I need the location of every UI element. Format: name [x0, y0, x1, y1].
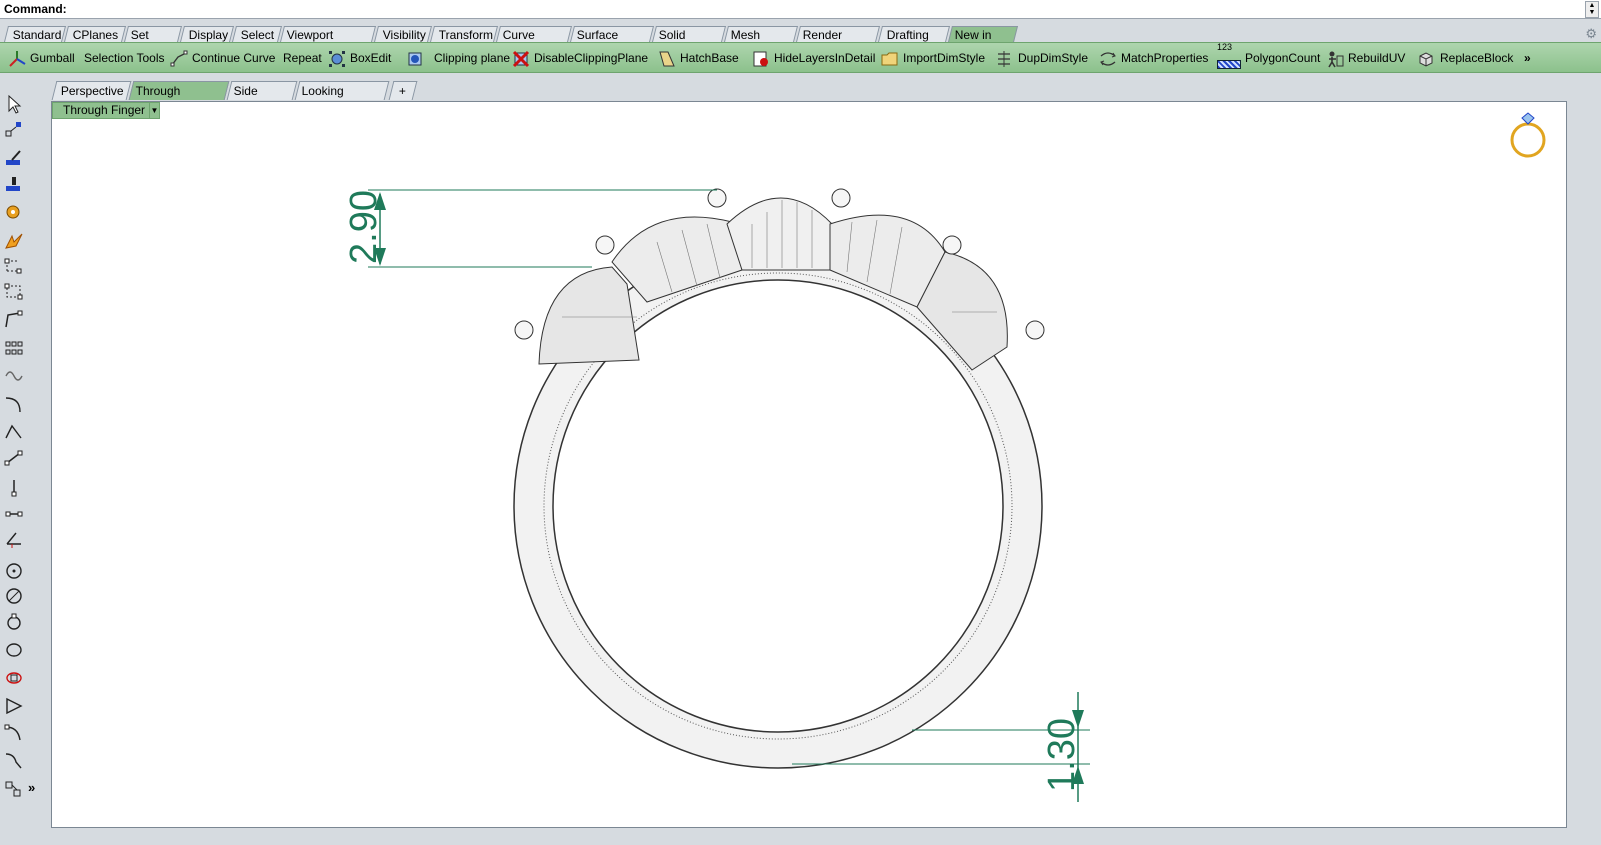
tab-render-tools[interactable]: Render Tools — [796, 26, 880, 58]
disable-clipping-plane-icon — [512, 50, 530, 67]
point-icon[interactable] — [4, 120, 24, 140]
freeform-curve-icon[interactable] — [4, 366, 24, 386]
dimension-bottom-value: 1.30 — [1041, 718, 1083, 792]
circle-diameter-icon[interactable] — [4, 586, 24, 606]
stone-setting-left-outer — [538, 266, 640, 365]
tab-viewport-layout[interactable]: Viewport Layout — [280, 26, 376, 58]
left-toolbar-overflow-button[interactable]: » — [28, 780, 35, 795]
rectangle-icon[interactable] — [4, 282, 24, 302]
hatchbase-button[interactable]: HatchBase — [658, 48, 739, 68]
blend-curve-icon[interactable] — [4, 750, 24, 770]
polyline-icon[interactable] — [4, 310, 24, 330]
repeat-button[interactable]: Repeat — [283, 48, 322, 68]
tab-standard[interactable]: Standard — [4, 26, 66, 42]
prong — [1025, 320, 1045, 340]
tab-display[interactable]: Display — [180, 26, 234, 42]
settings-gear-icon[interactable] — [4, 202, 24, 222]
prong — [514, 320, 534, 340]
hatchbase-icon — [659, 51, 675, 67]
viewport-tab-looking-down[interactable]: Looking Down — [294, 81, 390, 116]
toolbar-tab-strip: Standard CPlanes Set View Display Select… — [0, 24, 1601, 58]
dupdimstyle-icon — [998, 50, 1010, 67]
tab-transform[interactable]: Transform — [430, 26, 498, 42]
command-history-spinner[interactable]: ▲ ▼ — [1585, 1, 1599, 18]
command-bar[interactable]: Command: ▲ ▼ — [0, 0, 1601, 19]
tab-curve-tools[interactable]: Curve Tools — [496, 26, 572, 58]
polygoncount-icon: 123 — [1217, 42, 1241, 69]
snap-icon[interactable] — [4, 174, 24, 194]
tab-visibility[interactable]: Visibility — [374, 26, 432, 42]
viewport-through-finger[interactable]: 2.90 1.30 — [51, 101, 1567, 828]
prong — [831, 188, 851, 208]
stone-setting-center — [726, 197, 833, 271]
add-viewport-tab-button[interactable]: + — [388, 81, 418, 100]
command-label: Command: — [4, 2, 67, 16]
tab-new-in-v5[interactable]: New in V5 — [948, 26, 1018, 58]
folder-icon — [881, 52, 898, 66]
ring-icon — [1510, 112, 1546, 158]
selection-tools-button[interactable]: Selection Tools — [84, 48, 165, 68]
gumball-icon — [9, 50, 26, 67]
horizontal-line-icon[interactable] — [4, 504, 24, 524]
replaceblock-icon — [1419, 52, 1433, 67]
circle-icon[interactable] — [4, 560, 24, 580]
gear-icon[interactable]: ⚙ — [1585, 26, 1597, 42]
left-toolbar: » — [0, 90, 48, 830]
clipping-plane-icon — [408, 52, 422, 66]
tab-drafting[interactable]: Drafting — [878, 26, 950, 42]
arc-icon[interactable] — [4, 668, 24, 688]
new-in-v5-toolbar: Gumball Selection Tools Continue Curve R… — [0, 42, 1601, 73]
curve-rect-icon[interactable] — [4, 256, 24, 276]
vertical-line-icon[interactable] — [4, 478, 24, 498]
prong — [707, 188, 727, 208]
viewport-title-button[interactable]: Through Finger ▼ — [52, 102, 160, 119]
boxedit-icon — [329, 50, 345, 67]
tab-cplanes[interactable]: CPlanes — [64, 26, 126, 42]
gumball-button[interactable]: Gumball — [8, 48, 75, 68]
chevron-down-icon[interactable]: ▼ — [149, 103, 159, 118]
viewport-tab-perspective[interactable]: Perspective — [51, 81, 132, 100]
import-dim-style-button[interactable]: ImportDimStyle — [881, 48, 985, 68]
replace-block-button[interactable]: ReplaceBlock — [1418, 48, 1513, 68]
explode-icon[interactable] — [4, 230, 24, 250]
tab-mesh-tools[interactable]: Mesh Tools — [724, 26, 798, 58]
angle-line-icon[interactable] — [4, 530, 24, 550]
polygon-icon[interactable] — [4, 696, 24, 716]
tab-surface-tools[interactable]: Surface Tools — [570, 26, 654, 58]
ellipse-icon[interactable] — [4, 640, 24, 660]
control-points-icon[interactable] — [4, 338, 24, 358]
tab-set-view[interactable]: Set View — [124, 26, 182, 58]
disable-clipping-plane-button[interactable]: DisableClippingPlane — [512, 48, 648, 68]
tab-select[interactable]: Select — [232, 26, 282, 42]
continue-curve-icon — [170, 50, 188, 67]
viewport-tab-side-view[interactable]: Side View — [226, 81, 298, 116]
offset-curve-icon[interactable] — [4, 780, 24, 800]
continue-curve-button[interactable]: Continue Curve — [170, 48, 275, 68]
dup-dim-style-button[interactable]: DupDimStyle — [996, 48, 1088, 68]
pencil-icon[interactable] — [4, 148, 24, 168]
hide-layers-icon — [753, 51, 768, 67]
interpolate-curve-icon[interactable] — [4, 422, 24, 442]
hide-layers-in-detail-button[interactable]: HideLayersInDetail — [752, 48, 875, 68]
rebuild-uv-button[interactable]: RebuildUV — [1326, 48, 1405, 68]
boxedit-button[interactable]: BoxEdit — [328, 48, 391, 68]
clipping-plane-button[interactable]: Clipping plane — [406, 48, 510, 68]
polygon-count-button[interactable]: 123 PolygonCount — [1217, 42, 1320, 69]
match-properties-button[interactable]: MatchProperties — [1099, 48, 1208, 68]
viewport-tab-through-finger[interactable]: Through Finger — [128, 81, 230, 116]
tab-solid-tools[interactable]: Solid Tools — [652, 26, 726, 58]
matchproperties-icon — [1100, 52, 1116, 66]
line-icon[interactable] — [4, 448, 24, 468]
prong — [942, 235, 962, 255]
ring-model-view: 2.90 1.30 — [343, 112, 1546, 802]
rebuilduv-icon — [1328, 51, 1344, 68]
circle-3pt-icon[interactable] — [4, 612, 24, 632]
select-arrow-icon[interactable] — [4, 94, 24, 114]
toolbar-overflow-button[interactable]: » — [1524, 48, 1531, 68]
arc-curve-icon[interactable] — [4, 394, 24, 414]
dimension-top-value: 2.90 — [343, 190, 385, 264]
prong — [595, 235, 615, 255]
fillet-curve-icon[interactable] — [4, 724, 24, 744]
